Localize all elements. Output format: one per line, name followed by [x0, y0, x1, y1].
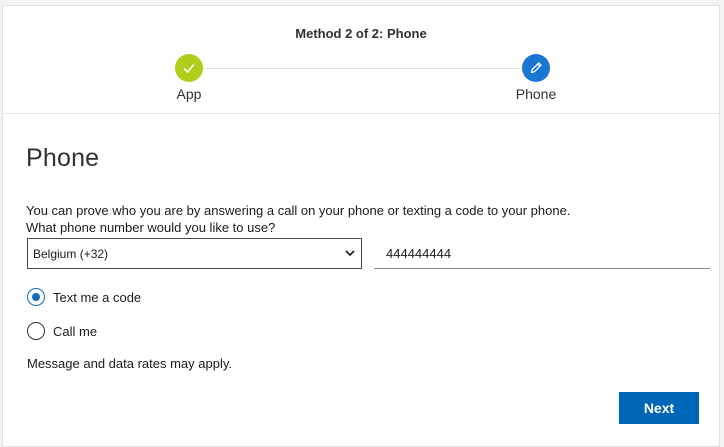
description-line-2: What phone number would you like to use?: [26, 220, 276, 235]
chevron-down-icon: [344, 247, 356, 259]
step-label-phone: Phone: [515, 86, 557, 102]
step-label-app: App: [176, 86, 202, 102]
rates-note: Message and data rates may apply.: [27, 356, 232, 371]
description-line-1: You can prove who you are by answering a…: [26, 203, 571, 218]
page-title: Phone: [26, 144, 100, 172]
progress-line: [203, 68, 523, 69]
checkmark-icon: [175, 54, 203, 82]
step-app: App: [139, 54, 239, 102]
step-phone: Phone: [486, 54, 586, 102]
option-label: Text me a code: [53, 289, 142, 305]
description: You can prove who you are by answering a…: [26, 202, 686, 236]
progress-header: Method 2 of 2: Phone App Phone: [3, 6, 719, 114]
radio-button-unchecked[interactable]: [27, 322, 45, 340]
option-text-me-a-code[interactable]: Text me a code: [27, 288, 141, 306]
radio-button-checked[interactable]: [27, 288, 45, 306]
option-label: Call me: [53, 323, 98, 339]
country-code-select[interactable]: Belgium (+32): [27, 238, 362, 269]
method-title: Method 2 of 2: Phone: [295, 26, 427, 41]
country-code-value: Belgium (+32): [33, 246, 109, 261]
next-button[interactable]: Next: [619, 392, 699, 424]
setup-card: Method 2 of 2: Phone App Phone Phone You…: [2, 5, 720, 447]
pencil-icon: [522, 54, 550, 82]
option-call-me[interactable]: Call me: [27, 322, 97, 340]
phone-number-input[interactable]: [374, 238, 710, 269]
